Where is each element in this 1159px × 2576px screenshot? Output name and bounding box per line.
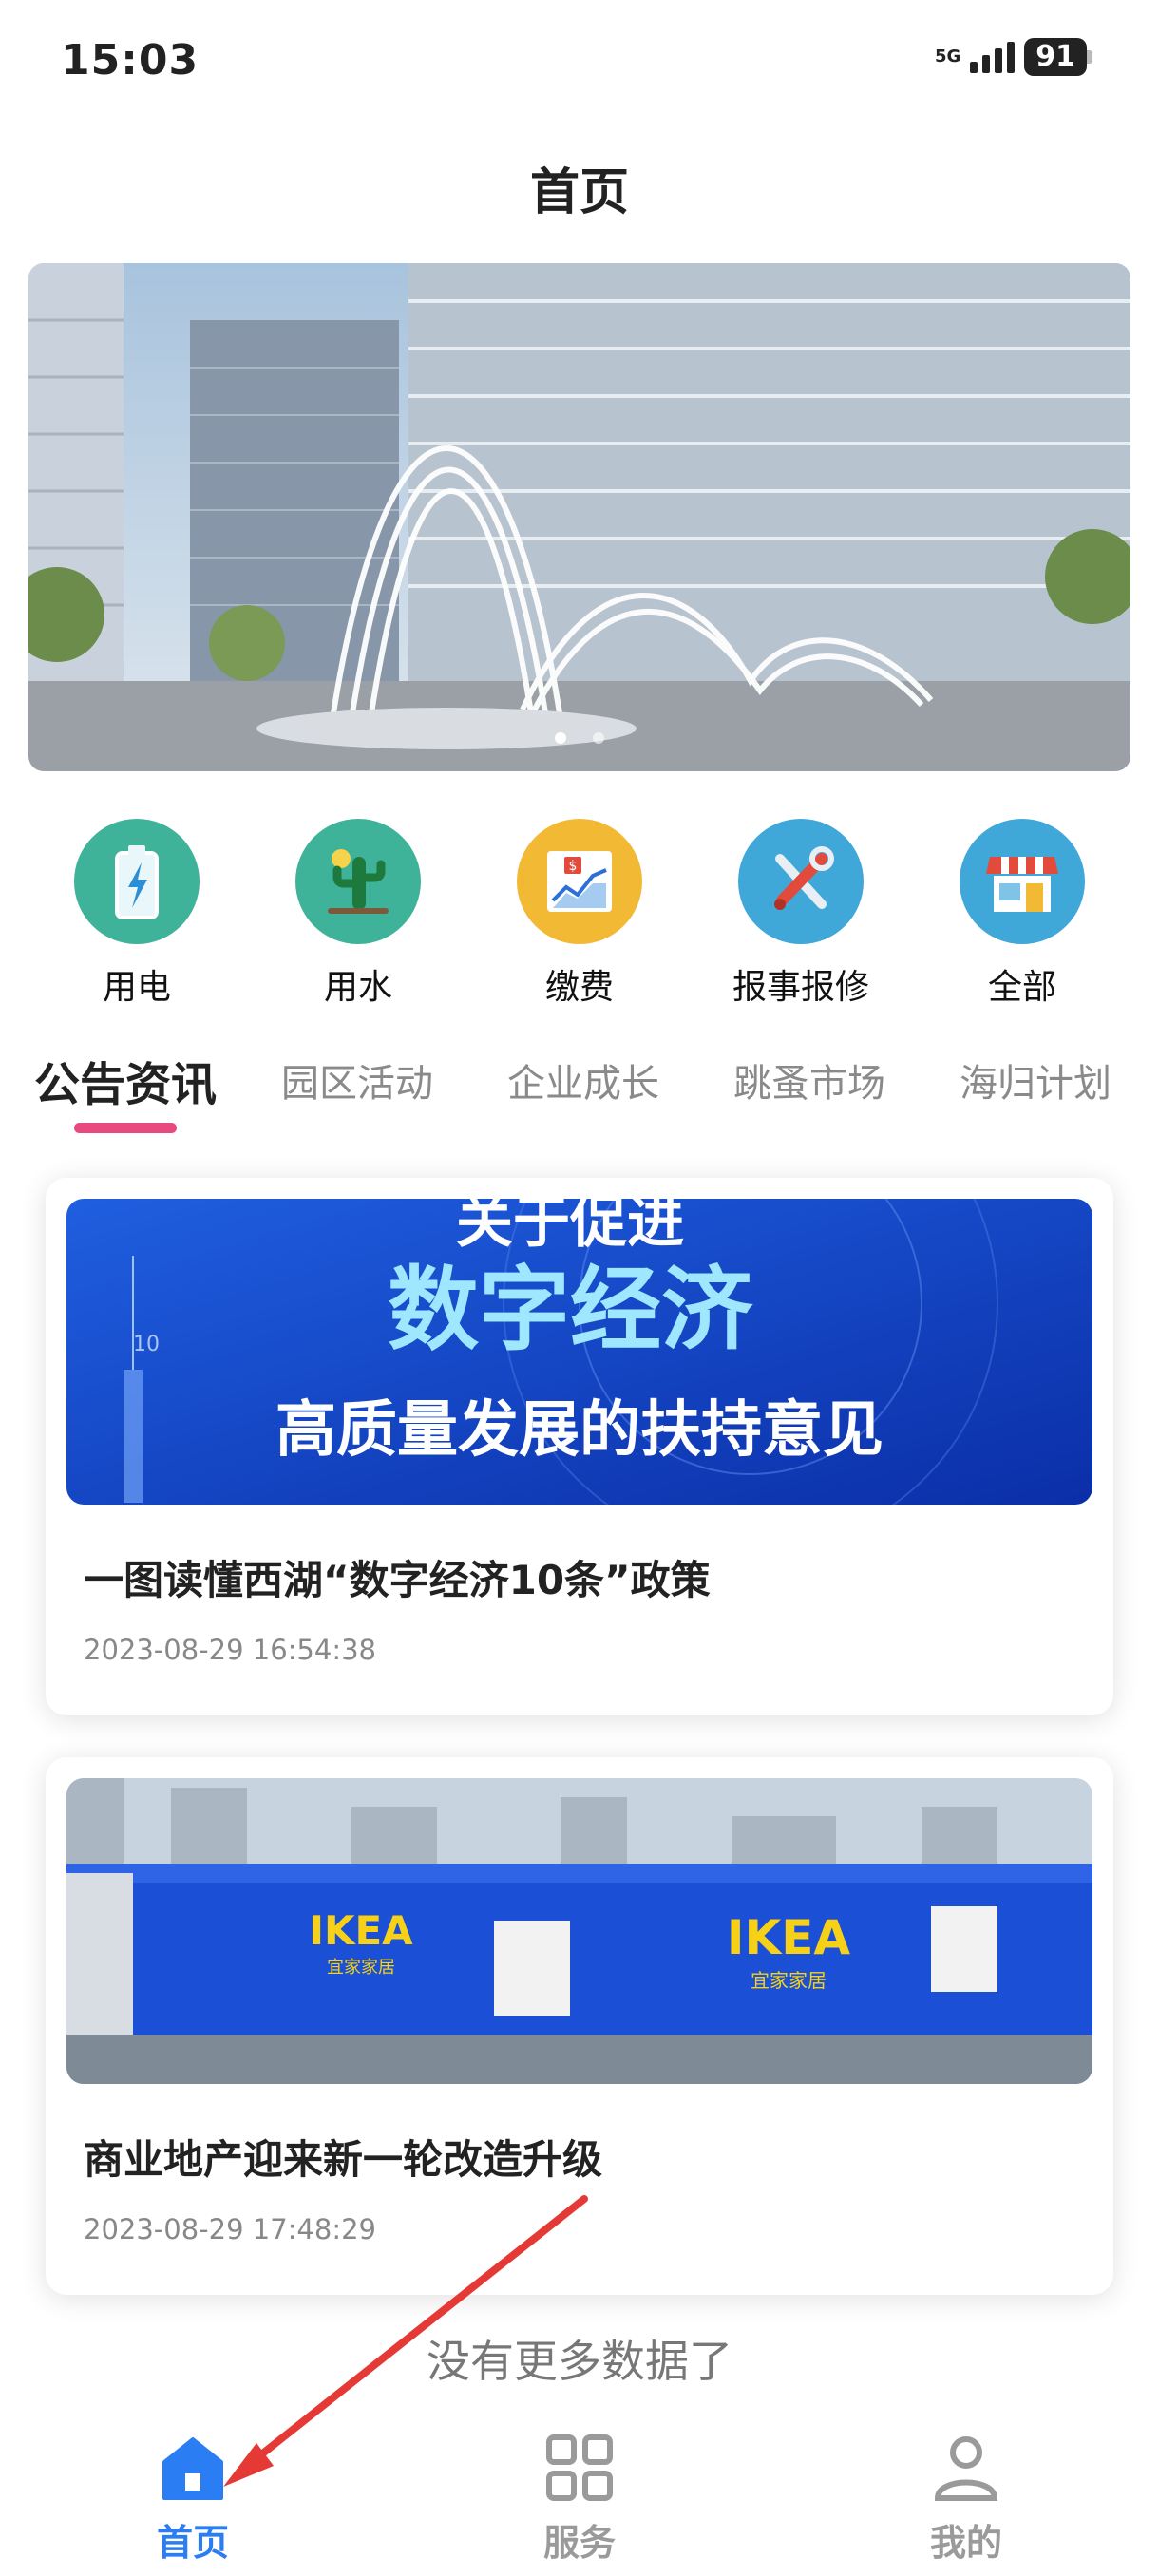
tab-park-activities[interactable]: 园区活动 — [281, 1052, 433, 1108]
news-image-line1: 关于促进 — [456, 1199, 684, 1256]
news-title: 商业地产迎来新一轮改造升级 — [84, 2136, 603, 2183]
nav-label: 我的 — [929, 2522, 1002, 2564]
repair-tools-icon — [738, 819, 864, 944]
nav-label: 首页 — [156, 2522, 229, 2564]
news-time: 2023-08-29 17:48:29 — [84, 2213, 376, 2245]
tab-announcements[interactable]: 公告资讯 — [34, 1047, 217, 1113]
battery-icon: 91 — [1024, 38, 1092, 76]
quick-action-payment[interactable]: $ 缴费 — [484, 819, 674, 1009]
svg-text:$: $ — [569, 859, 578, 874]
news-image: 10 关于促进 数字经济 高质量发展的扶持意见 — [66, 1199, 1092, 1505]
battery-charging-icon — [74, 819, 200, 944]
quick-action-label: 用电 — [102, 968, 171, 1007]
svg-text:10: 10 — [133, 1333, 160, 1356]
banner-image[interactable] — [28, 263, 1130, 771]
news-title: 一图读懂西湖“数字经济10条”政策 — [84, 1557, 711, 1603]
battery-level: 91 — [1024, 38, 1087, 76]
quick-action-label: 缴费 — [544, 968, 614, 1007]
news-image-line3: 高质量发展的扶持意见 — [276, 1395, 884, 1466]
tab-enterprise-growth[interactable]: 企业成长 — [507, 1052, 659, 1108]
cactus-icon — [295, 819, 421, 944]
news-card[interactable]: 10 关于促进 数字经济 高质量发展的扶持意见 一图读懂西湖“数字经济10条”政… — [46, 1178, 1113, 1715]
nav-home[interactable]: 首页 — [98, 2432, 288, 2566]
news-card[interactable]: IKEA 宜家家居 IKEA 宜家家居 商业地产迎来新一轮改造升级 2023-0… — [46, 1757, 1113, 2295]
active-tab-indicator — [74, 1123, 177, 1133]
grid-icon — [543, 2432, 616, 2504]
ikea-sign-right: IKEA — [727, 1910, 851, 1965]
quick-action-repair[interactable]: 报事报修 — [706, 819, 896, 1009]
nav-services[interactable]: 服务 — [484, 2432, 674, 2566]
news-time: 2023-08-29 16:54:38 — [84, 1634, 376, 1666]
nav-profile[interactable]: 我的 — [871, 2432, 1061, 2566]
ikea-sign-right-sub: 宜家家居 — [750, 1969, 826, 1992]
quick-action-label: 报事报修 — [732, 968, 869, 1007]
page-title: 首页 — [529, 164, 629, 221]
news-image-line2: 数字经济 — [388, 1257, 753, 1363]
quick-actions: 用电 用水 $ 缴费 报事报修 全部 — [0, 819, 1159, 1009]
signal-icon — [970, 41, 1016, 73]
quick-action-water[interactable]: 用水 — [263, 819, 453, 1009]
list-end-text: 没有更多数据了 — [427, 2336, 732, 2387]
tab-flea-market[interactable]: 跳蚤市场 — [733, 1052, 885, 1108]
category-tabs: 公告资讯 园区活动 企业成长 跳蚤市场 海归计划 — [0, 1045, 1159, 1140]
user-icon — [930, 2432, 1002, 2504]
store-icon — [960, 819, 1085, 944]
status-bar: 15:03 5G 91 — [0, 0, 1159, 123]
quick-action-all[interactable]: 全部 — [927, 819, 1117, 1009]
ikea-sign-left: IKEA — [309, 1907, 413, 1954]
ikea-sign-left-sub: 宜家家居 — [327, 1958, 395, 1978]
nav-label: 服务 — [542, 2522, 616, 2564]
tab-returnee-plan[interactable]: 海归计划 — [960, 1052, 1112, 1108]
bottom-navigation: 首页 服务 我的 — [0, 2413, 1159, 2576]
status-indicators: 5G 91 — [935, 38, 1092, 76]
quick-action-label: 用水 — [323, 968, 392, 1007]
network-type: 5G — [934, 47, 961, 66]
status-time: 15:03 — [61, 36, 200, 85]
quick-action-label: 全部 — [987, 968, 1056, 1007]
payment-chart-icon: $ — [517, 819, 642, 944]
home-icon — [157, 2432, 229, 2504]
news-image: IKEA 宜家家居 IKEA 宜家家居 — [66, 1778, 1092, 2084]
quick-action-electricity[interactable]: 用电 — [42, 819, 232, 1009]
